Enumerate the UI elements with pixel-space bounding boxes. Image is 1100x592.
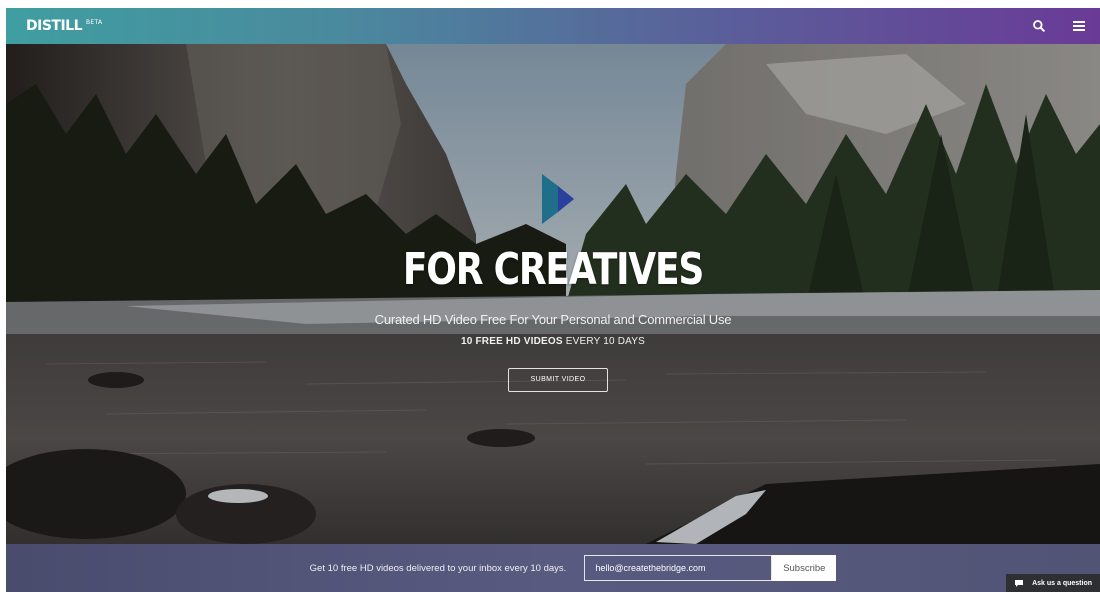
email-input[interactable] [584,555,773,581]
top-navigation-bar: DISTILL BETA [6,8,1100,44]
submit-video-button[interactable]: SUBMIT VIDEO [508,368,608,392]
subscribe-button[interactable]: Subscribe [772,555,837,581]
play-triangle-logo [538,168,578,235]
ask-question-badge[interactable]: Ask us a question [1006,574,1100,592]
hero-section: FOR CREATIVES Curated HD Video Free For … [6,44,1100,544]
newsletter-bar: Get 10 free HD videos delivered to your … [6,544,1100,592]
ask-question-label: Ask us a question [1032,579,1092,587]
chat-bubble-icon [1015,579,1024,587]
hamburger-menu-icon[interactable] [1072,19,1086,33]
logo-text: DISTILL [26,18,83,34]
hero-headline: FOR CREATIVES [402,244,705,295]
subscribe-form: Subscribe [584,555,837,581]
search-icon[interactable] [1032,19,1046,33]
hero-offer-rest: EVERY 10 DAYS [562,336,646,347]
distill-logo[interactable]: DISTILL BETA [26,18,102,34]
hero-offer-text: 10 FREE HD VIDEOS EVERY 10 DAYS [6,336,1100,347]
hero-offer-bold: 10 FREE HD VIDEOS [460,336,563,347]
newsletter-text: Get 10 free HD videos delivered to your … [309,562,567,574]
page-frame: DISTILL BETA FOR CREATIVES Curated HD Vi… [6,8,1100,592]
beta-label: BETA [86,19,103,26]
hero-subheadline: Curated HD Video Free For Your Personal … [374,312,732,327]
